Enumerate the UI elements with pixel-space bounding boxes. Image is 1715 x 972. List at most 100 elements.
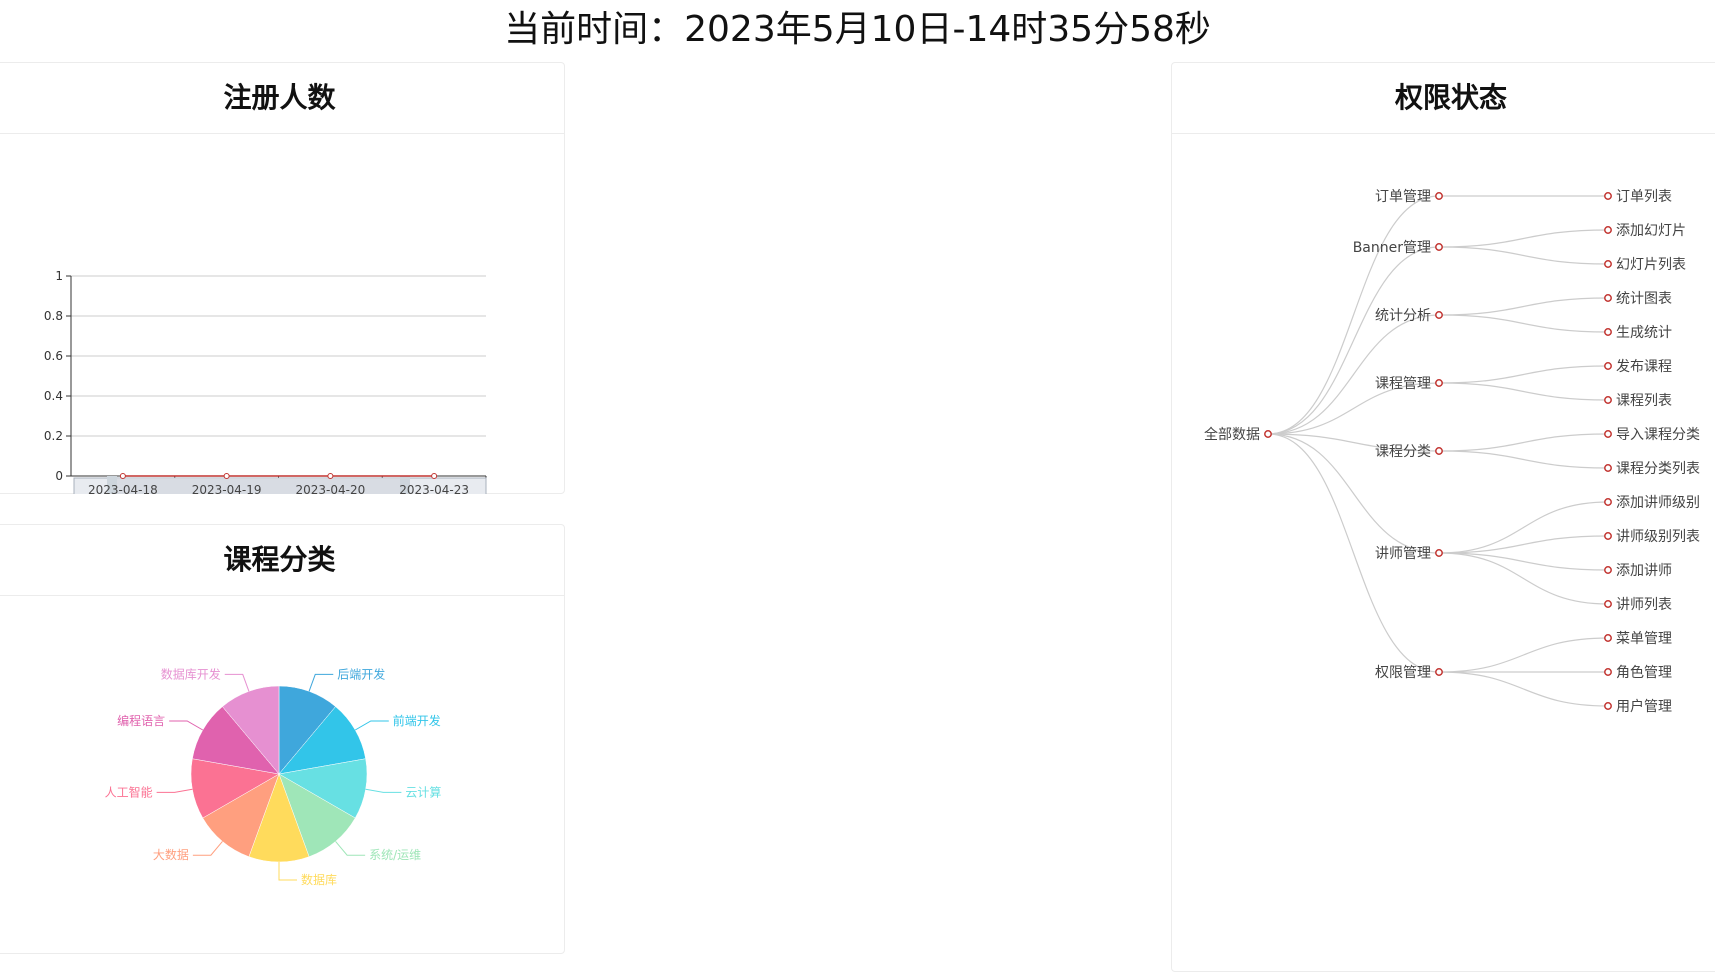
pie-label-line	[308, 673, 334, 692]
tree-leaf-node-dot[interactable]	[1604, 192, 1612, 200]
tree-leaf-node-dot[interactable]	[1604, 396, 1612, 404]
permission-status-title: 权限状态	[1172, 63, 1715, 134]
y-tick-label: 0.8	[44, 309, 63, 323]
tree-leaf-node-label: 幻灯片列表	[1616, 257, 1686, 273]
tree-leaf-node-dot[interactable]	[1604, 702, 1612, 710]
pie-label-line	[156, 788, 193, 793]
permission-tree-chart[interactable]: 全部数据 订单管理 订单列表 Banner管理 添加幻灯片幻灯片列表统计分析 统计图表生成…	[1172, 134, 1715, 964]
tree-link	[1438, 229, 1609, 248]
tree-root-node-label: 全部数据	[1204, 426, 1260, 443]
register-data-point[interactable]	[431, 473, 438, 479]
pie-label-line	[354, 720, 389, 731]
tree-leaf-node-label: 添加讲师级别	[1616, 495, 1700, 511]
x-tick-label: 2023-04-23	[399, 483, 469, 494]
tree-root-node-dot[interactable]	[1264, 430, 1272, 438]
tree-leaf-node-dot[interactable]	[1604, 226, 1612, 234]
tree-group-node-label: 课程分类	[1375, 444, 1431, 460]
tree-group-node-dot[interactable]	[1435, 379, 1443, 387]
tree-group-node-label: 统计分析	[1375, 308, 1431, 324]
tree-leaf-node-label: 添加幻灯片	[1616, 223, 1686, 239]
tree-leaf-node-dot[interactable]	[1604, 634, 1612, 642]
tree-group-node-label: Banner管理	[1353, 240, 1431, 256]
tree-leaf-node-label: 讲师列表	[1616, 597, 1672, 613]
tree-leaf-node-dot[interactable]	[1604, 668, 1612, 676]
pie-label-line	[192, 841, 223, 856]
y-tick-label: 0.2	[44, 429, 63, 443]
x-tick-label: 2023-04-20	[296, 483, 366, 494]
permission-status-card: 权限状态 全部数据 订单管理 订单列表 Banner管理 添加幻灯片 幻灯片列表 统计分析 统…	[1171, 62, 1715, 972]
tree-link	[1438, 671, 1609, 707]
tree-group-node-dot[interactable]	[1435, 243, 1443, 251]
pie-slice-label: 数据库开发	[161, 666, 221, 681]
tree-leaf-node-dot[interactable]	[1604, 328, 1612, 336]
pie-label-line	[224, 673, 250, 692]
tree-leaf-node-dot[interactable]	[1604, 464, 1612, 472]
tree-leaf-node-label: 菜单管理	[1616, 631, 1672, 647]
tree-link	[1438, 450, 1609, 469]
tree-link	[1438, 552, 1609, 605]
y-tick-label: 1	[55, 269, 63, 283]
tree-group-node-dot[interactable]	[1435, 549, 1443, 557]
y-tick-label: 0.6	[44, 349, 63, 363]
pie-slice-label: 后端开发	[337, 666, 385, 681]
tree-leaf-node-dot[interactable]	[1604, 532, 1612, 540]
tree-link	[1438, 314, 1609, 333]
pie-slice-label: 编程语言	[117, 713, 165, 728]
tree-leaf-node-label: 角色管理	[1616, 664, 1672, 681]
tree-group-node-dot[interactable]	[1435, 447, 1443, 455]
pie-slice-label: 云计算	[405, 784, 441, 799]
pie-slice-label: 大数据	[153, 847, 189, 862]
tree-link	[1438, 297, 1609, 316]
pie-label-line	[365, 788, 402, 793]
tree-link	[1438, 382, 1609, 401]
tree-leaf-node-label: 用户管理	[1616, 698, 1672, 715]
y-tick-label: 0.4	[44, 389, 63, 403]
y-tick-label: 0	[55, 469, 63, 483]
pie-label-line	[335, 841, 366, 856]
category-chart-body: 后端开发前端开发云计算系统/运维数据库 大数据 人工智能 编程语言 数据库开发	[0, 596, 564, 958]
tree-leaf-node-label: 订单列表	[1616, 189, 1672, 205]
tree-leaf-node-dot[interactable]	[1604, 600, 1612, 608]
tree-leaf-node-dot[interactable]	[1604, 430, 1612, 438]
tree-leaf-node-label: 发布课程	[1616, 359, 1672, 375]
current-time-header: 当前时间：2023年5月10日-14时35分58秒	[504, 9, 1211, 50]
pie-slice-label: 数据库	[301, 872, 337, 887]
pie-slice-label: 系统/运维	[369, 848, 421, 862]
tree-group-node-label: 订单管理	[1375, 189, 1431, 205]
tree-leaf-node-dot[interactable]	[1604, 362, 1612, 370]
x-tick-label: 2023-04-19	[192, 483, 262, 494]
tree-group-node-dot[interactable]	[1435, 668, 1443, 676]
tree-leaf-node-dot[interactable]	[1604, 566, 1612, 574]
tree-group-node-dot[interactable]	[1435, 311, 1443, 319]
tree-leaf-node-label: 添加讲师	[1616, 563, 1672, 579]
tree-link	[1438, 637, 1609, 673]
register-count-card: 注册人数 0 0.2 0.4 0.6 0.8 1 2023-04-18 2023-04-19 2…	[0, 62, 565, 508]
tree-leaf-node-label: 课程列表	[1616, 393, 1672, 409]
x-tick-label: 2023-04-18	[88, 483, 158, 494]
tree-group-node-dot[interactable]	[1435, 192, 1443, 200]
permission-tree-body: 全部数据 订单管理 订单列表 Banner管理 添加幻灯片 幻灯片列表 统计分析 统计图表 生成…	[1172, 134, 1715, 968]
tree-leaf-node-dot[interactable]	[1604, 294, 1612, 302]
course-category-card: 课程分类 后端开发前端开发云计算系统/运维数据库 大数据 人工智能 编程语言 数据库开发	[0, 524, 565, 954]
course-category-title: 课程分类	[0, 525, 564, 596]
tree-leaf-node-dot[interactable]	[1604, 498, 1612, 506]
tree-leaf-node-label: 课程分类列表	[1616, 461, 1700, 477]
course-category-pie-chart[interactable]: 后端开发前端开发云计算系统/运维数据库 大数据 人工智能 编程语言 数据库开发	[0, 596, 564, 954]
tree-leaf-node-label: 讲师级别列表	[1616, 529, 1700, 545]
tree-link	[1438, 433, 1609, 452]
tree-link	[1438, 246, 1609, 265]
register-chart-body: 0 0.2 0.4 0.6 0.8 1 2023-04-18 2023-04-19 2023-0…	[0, 134, 564, 508]
register-data-point[interactable]	[119, 473, 126, 479]
pie-slice-label: 人工智能	[105, 784, 153, 799]
tree-link	[1438, 365, 1609, 384]
tree-leaf-node-dot[interactable]	[1604, 260, 1612, 268]
register-data-point[interactable]	[327, 473, 334, 479]
tree-leaf-node-label: 导入课程分类	[1616, 427, 1700, 443]
register-data-point[interactable]	[223, 473, 230, 479]
register-count-title: 注册人数	[0, 63, 564, 134]
pie-slice-label: 前端开发	[393, 713, 441, 728]
tree-link	[1267, 314, 1440, 435]
tree-group-node-label: 课程管理	[1375, 376, 1431, 392]
pie-label-line	[169, 720, 204, 731]
register-line-chart[interactable]: 0 0.2 0.4 0.6 0.8 1 2023-04-18 2023-04-19 2023-0…	[0, 134, 564, 508]
